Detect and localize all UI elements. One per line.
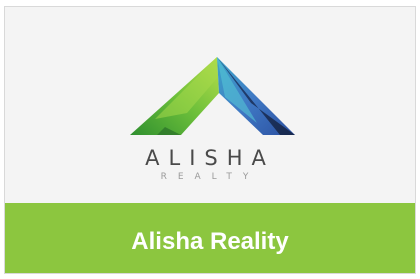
logo-subtitle: REALTY — [160, 172, 260, 182]
card-title[interactable]: Alisha Reality — [131, 220, 288, 256]
title-banner[interactable]: Alisha Reality — [5, 203, 415, 273]
listing-card[interactable]: ALISHA REALTY Alisha Reality — [4, 6, 416, 274]
logo-image: ALISHA REALTY — [5, 7, 415, 204]
logo-wordmark: ALISHA — [145, 146, 275, 170]
